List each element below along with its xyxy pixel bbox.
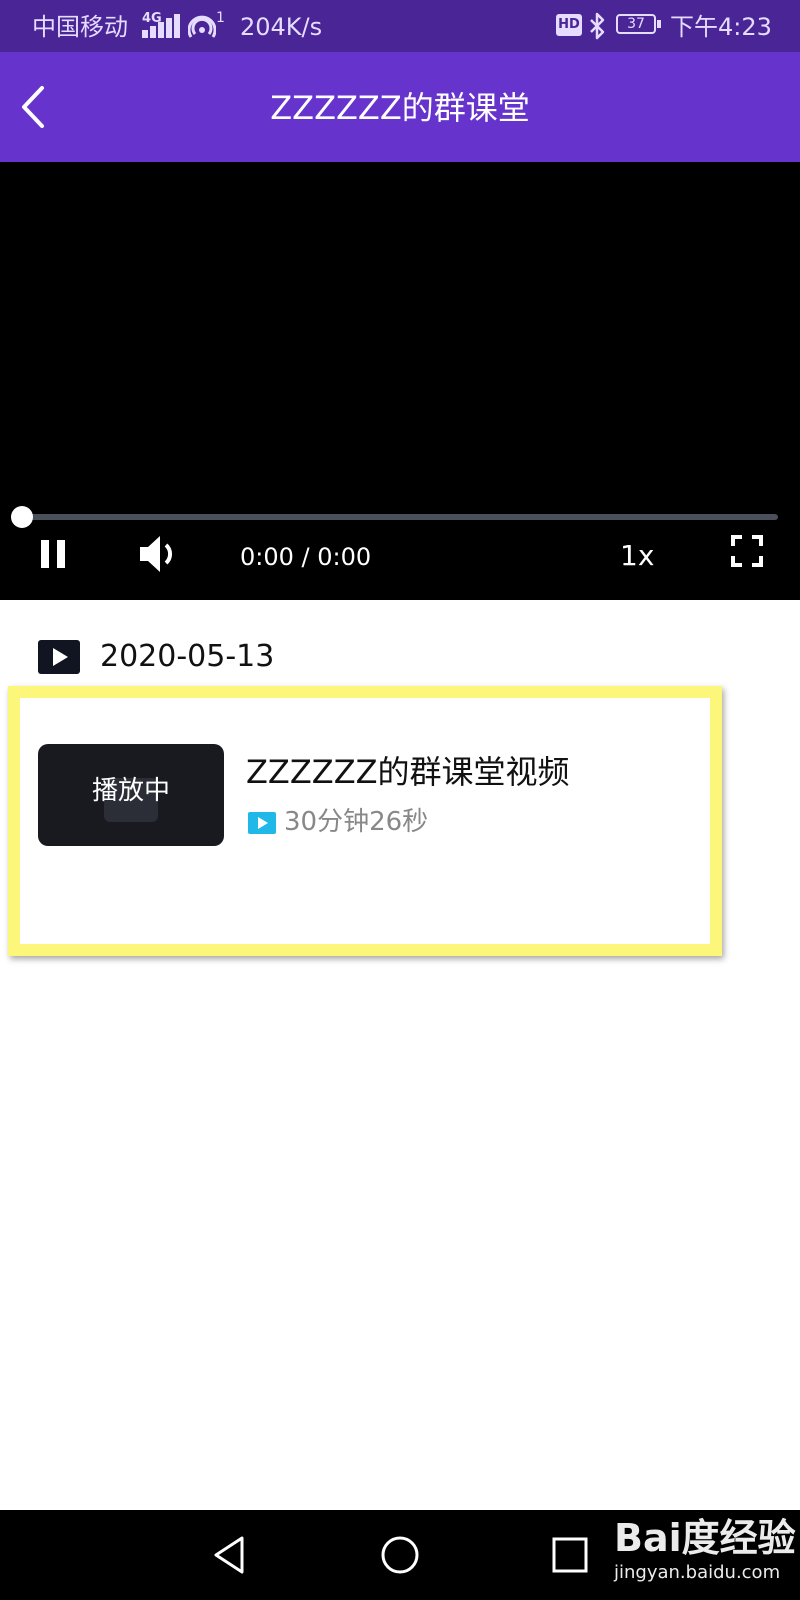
fullscreen-icon: [731, 535, 763, 567]
nav-back-button[interactable]: [204, 1530, 254, 1580]
status-bar: 中国移动 4G 1 204K/s HD 37 下午4:23: [0, 0, 800, 52]
play-icon: [248, 812, 276, 834]
play-square-icon: [38, 640, 80, 674]
clock: 下午4:23: [670, 13, 772, 41]
playback-time: 0:00 / 0:00: [240, 543, 372, 571]
nav-recents-button[interactable]: [545, 1530, 595, 1580]
signal-icon: [142, 14, 180, 38]
pause-button[interactable]: [36, 534, 70, 574]
back-triangle-icon: [214, 1536, 244, 1574]
battery-tip: [657, 20, 661, 28]
progress-handle[interactable]: [11, 506, 33, 528]
hotspot-icon: [188, 15, 216, 38]
playing-status: 播放中: [91, 776, 170, 806]
volume-icon: [140, 536, 173, 572]
volume-button[interactable]: [138, 532, 182, 576]
app-header: ZZZZZZ的群课堂: [0, 52, 800, 162]
carrier-name: 中国移动: [32, 13, 128, 41]
net-speed: 204K/s: [240, 13, 323, 41]
list-item[interactable]: 播放中 ZZZZZZ的群课堂视频 30分钟26秒: [8, 686, 722, 956]
recents-square-icon: [552, 1537, 588, 1573]
home-circle-icon: [381, 1536, 419, 1574]
video-title: ZZZZZZ的群课堂视频: [246, 753, 570, 791]
video-player[interactable]: 0:00 / 0:00 1x: [0, 162, 800, 600]
nav-home-button[interactable]: [375, 1530, 425, 1580]
hotspot-count: 1: [216, 10, 225, 26]
video-duration: 30分钟26秒: [284, 807, 429, 837]
video-thumbnail: 播放中: [38, 744, 224, 846]
watermark-url: jingyan.baidu.com: [614, 1562, 781, 1583]
fullscreen-button[interactable]: [730, 534, 764, 568]
bluetooth-icon: [590, 12, 605, 40]
page-title: ZZZZZZ的群课堂: [270, 89, 530, 127]
back-button[interactable]: [10, 82, 60, 132]
progress-bar[interactable]: [22, 514, 778, 520]
hd-icon: HD: [556, 14, 582, 36]
pause-icon: [41, 540, 65, 568]
battery-level: 37: [627, 16, 645, 32]
lesson-date: 2020-05-13: [100, 639, 275, 674]
watermark-logo: Bai度经验: [614, 1516, 796, 1560]
chevron-left-icon: [22, 86, 44, 128]
battery-icon: 37: [616, 14, 656, 34]
playback-speed-button[interactable]: 1x: [620, 538, 666, 574]
